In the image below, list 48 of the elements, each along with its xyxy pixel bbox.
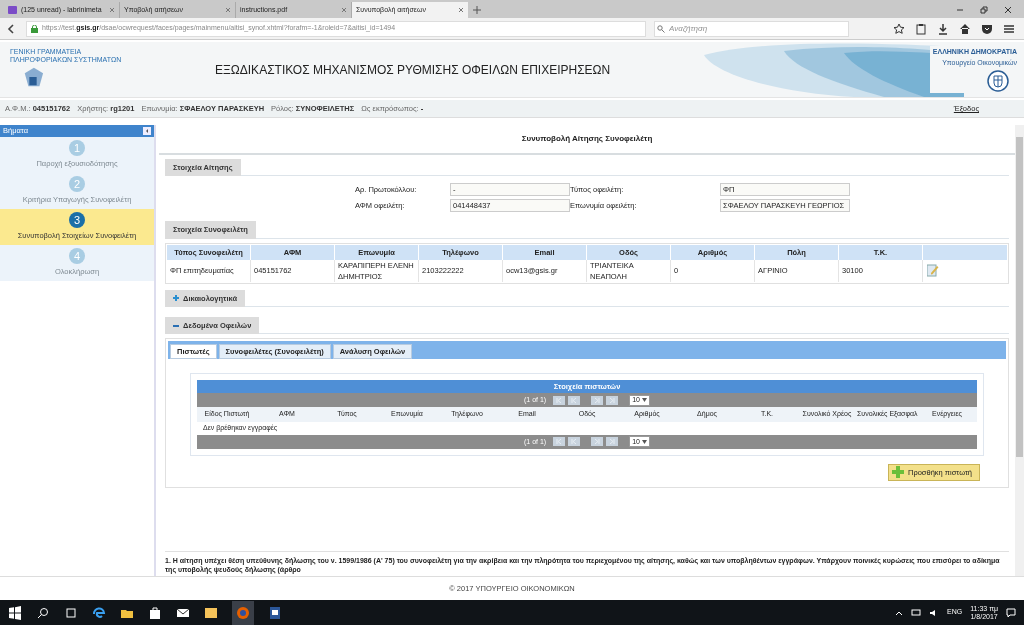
windows-start-icon[interactable] bbox=[8, 605, 22, 620]
chevron-up-icon bbox=[895, 609, 903, 616]
firefox-icon[interactable] bbox=[236, 605, 250, 620]
search-field[interactable]: Αναζήτηση bbox=[654, 20, 849, 37]
close-icon bbox=[341, 7, 347, 13]
plus-icon bbox=[892, 466, 904, 479]
caret-icon bbox=[642, 398, 647, 403]
lock-icon bbox=[31, 24, 38, 33]
close-icon bbox=[225, 7, 231, 13]
step-number: 1 bbox=[69, 140, 85, 157]
folder-icon[interactable] bbox=[204, 605, 218, 620]
notification-icon bbox=[1006, 607, 1016, 618]
pager-icon[interactable] bbox=[568, 395, 581, 405]
restore-icon bbox=[980, 6, 988, 14]
pager-icon[interactable] bbox=[568, 437, 581, 447]
scrollbar-thumb[interactable] bbox=[1016, 137, 1023, 457]
step-number: 3 bbox=[69, 212, 85, 229]
minimize-icon bbox=[956, 6, 964, 14]
system-title: ΕΞΩΔΙΚΑΣΤΙΚΟΣ ΜΗΧΑΝΙΣΜΟΣ ΡΥΘΜΙΣΗΣ ΟΦΕΙΛΩΝ ΕΠΙΧΕΙΡΗΣΕΩΝ bbox=[215, 61, 611, 79]
pager-icon[interactable] bbox=[591, 395, 604, 405]
search-icon bbox=[657, 24, 665, 33]
download-icon[interactable] bbox=[936, 21, 950, 36]
close-icon bbox=[458, 7, 464, 13]
network-icon bbox=[911, 608, 921, 617]
page-title: Συνυποβολή Αίτησης Συνοφειλέτη bbox=[521, 133, 653, 145]
new-tab-icon bbox=[472, 5, 482, 15]
mail-icon bbox=[8, 6, 17, 14]
plus-icon bbox=[173, 295, 179, 302]
close-icon bbox=[1004, 6, 1012, 14]
ministry-logo-icon bbox=[22, 66, 44, 88]
task-view-icon[interactable] bbox=[64, 605, 78, 620]
home-icon[interactable] bbox=[958, 21, 972, 36]
pager-icon[interactable] bbox=[606, 437, 619, 447]
step-number: 2 bbox=[69, 176, 85, 193]
pager-icon[interactable] bbox=[553, 395, 566, 405]
close-icon bbox=[109, 7, 115, 13]
clipboard-icon[interactable] bbox=[914, 21, 928, 36]
step-number: 4 bbox=[69, 248, 85, 265]
document-app-icon[interactable] bbox=[268, 605, 282, 620]
pager-icon[interactable] bbox=[553, 437, 566, 447]
caret-icon bbox=[642, 439, 647, 444]
star-icon[interactable] bbox=[892, 21, 906, 36]
edge-browser-icon[interactable] bbox=[92, 605, 106, 620]
pager-icon[interactable] bbox=[606, 395, 619, 405]
collapse-icon[interactable] bbox=[143, 127, 151, 135]
search-icon[interactable] bbox=[36, 605, 50, 620]
pager-icon[interactable] bbox=[591, 437, 604, 447]
store-icon[interactable] bbox=[148, 605, 162, 620]
